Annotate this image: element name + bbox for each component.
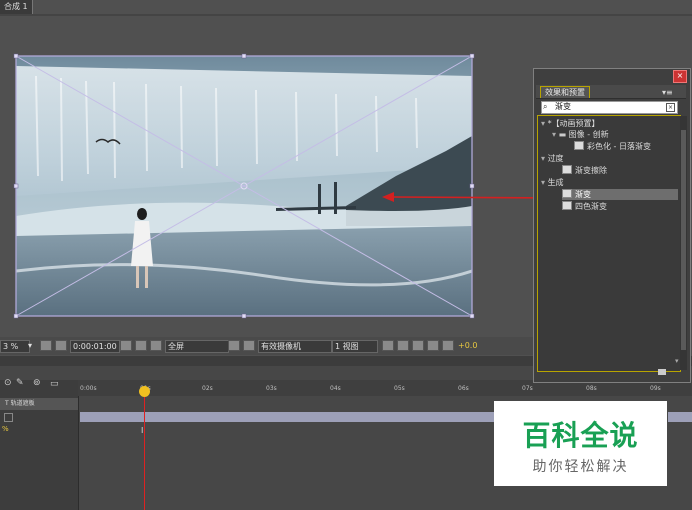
effect-icon [562,201,572,210]
tree-item-four-color-gradient[interactable]: 四色渐变 [562,201,607,212]
search-icon[interactable]: ⊚ [33,378,41,388]
tree-item-colorize-sunset[interactable]: 彩色化 - 日落渐变 [574,141,651,152]
clear-search-icon[interactable]: × [666,103,675,112]
tab-strip [0,14,692,16]
tab-effects-presets[interactable]: 效果和预置 [540,86,590,98]
reset-exposure-icon[interactable] [442,340,454,351]
zoom-dropdown[interactable]: 3 % [0,340,30,353]
keyframe-marker-icon[interactable]: I [141,426,143,435]
snapshot-camera-icon[interactable] [120,340,132,351]
folder-icon: ▬ [558,130,569,139]
ruler-tick: 02s [202,385,213,392]
camera-dropdown[interactable]: 有效摄像机 [258,340,332,353]
scrollbar-thumb[interactable] [681,130,686,350]
dropdown-arrow-icon[interactable]: ▾ [28,340,32,351]
transparency-grid-icon[interactable] [243,340,255,351]
tree-group-transition[interactable]: ▾ 过度 [541,153,564,164]
new-preset-icon[interactable] [658,369,666,375]
layer-bounding-box[interactable] [12,52,478,322]
solo-icon[interactable]: ⊙ [4,378,12,388]
flowchart-icon[interactable] [427,340,439,351]
ruler-tick: 09s [650,385,661,392]
search-value[interactable]: 渐变 [555,101,571,113]
layer-duration-bar-end[interactable] [668,412,692,422]
graph-editor-icon[interactable]: ▭ [50,379,59,389]
ruler-tick: 03s [266,385,277,392]
current-time-field[interactable]: 0:00:01:00 [70,340,120,353]
viewer-control-bar: 3 % ▾ 0:00:01:00 全屏 有效摄像机 1 视图 +0.0 [0,337,540,355]
tree-item-ramp-selected[interactable]: 渐变 [562,189,678,200]
effect-icon [562,189,572,198]
region-of-interest-icon[interactable] [228,340,240,351]
watermark-title: 百科全说 [522,419,639,452]
grid-toggle-icon[interactable] [40,340,52,351]
exposure-value[interactable]: +0.0 [458,340,477,351]
property-percent-label: % [2,425,9,433]
scroll-down-icon[interactable]: ▾ [675,357,679,365]
effects-tree: ▾ *【动画预置】 ▾ ▬ 图像 - 创新 彩色化 - 日落渐变 ▾ 过度 渐变… [537,115,681,372]
watermark-subtitle: 助你轻松解决 [532,459,629,475]
tree-folder-image-creative[interactable]: ▾ ▬ 图像 - 创新 [552,129,609,140]
timeline-icon[interactable] [412,340,424,351]
ruler-tick: 07s [522,385,533,392]
composition-tab[interactable]: 合成 1 [0,0,33,15]
tree-item-gradient-wipe[interactable]: 渐变擦除 [562,165,607,176]
mask-toggle-icon[interactable] [55,340,67,351]
layer-duration-bar[interactable] [80,412,494,422]
toggle-pixel-aspect-icon[interactable] [382,340,394,351]
layer-row[interactable]: T 轨道遮板 [0,398,78,410]
tree-group-animation-presets[interactable]: ▾ *【动画预置】 [541,118,600,129]
fast-previews-icon[interactable] [397,340,409,351]
search-icon: ⌕ [543,102,548,111]
effect-icon [562,165,572,174]
ruler-tick: 04s [330,385,341,392]
color-channel-icon[interactable] [150,340,162,351]
resolution-dropdown[interactable]: 全屏 [165,340,229,353]
layer-name: T 轨道遮板 [5,400,35,407]
ruler-tick: 08s [586,385,597,392]
tree-group-generate[interactable]: ▾ 生成 [541,177,564,188]
playhead-handle[interactable] [139,386,150,397]
panel-menu-icon[interactable]: ▾≡ [662,88,673,97]
ruler-tick: 06s [458,385,469,392]
close-icon[interactable]: × [673,70,687,83]
show-snapshot-icon[interactable] [135,340,147,351]
ruler-tick: 0:00s [80,385,97,392]
pen-icon[interactable]: ✎ [16,378,24,388]
view-layout-dropdown[interactable]: 1 视图 [332,340,378,353]
preset-icon [574,141,584,150]
ruler-tick: 05s [394,385,405,392]
layer-checkbox[interactable] [4,413,13,422]
playhead-line[interactable] [144,386,145,510]
